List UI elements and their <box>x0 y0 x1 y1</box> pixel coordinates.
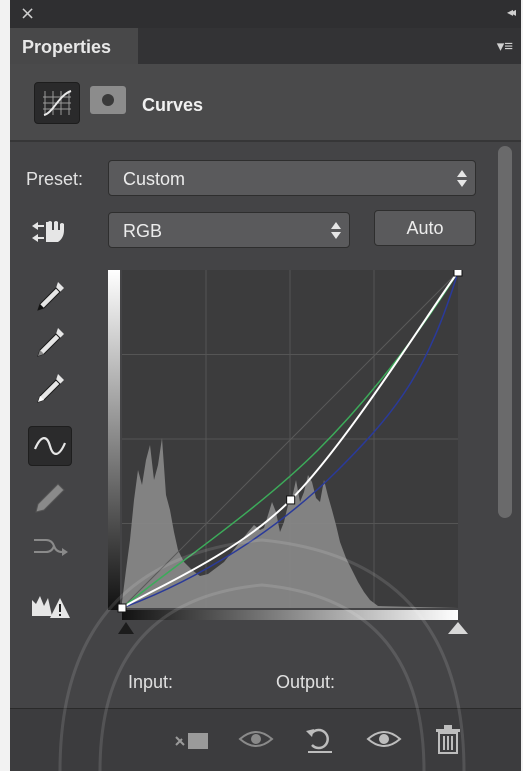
input-label: Input: <box>128 672 174 692</box>
close-icon[interactable]: × <box>20 3 35 24</box>
edit-points-curve-icon[interactable] <box>28 426 72 466</box>
adjustment-title: Curves <box>142 95 204 115</box>
preset-value: Custom <box>123 169 186 189</box>
curves-adjustment-icon[interactable] <box>34 82 80 124</box>
black-point-slider[interactable] <box>118 622 134 634</box>
curves-graph[interactable] <box>108 270 470 634</box>
bottom-toolbar <box>10 708 521 771</box>
panel-menu-icon[interactable]: ▾≡ <box>497 37 513 55</box>
smooth-curve-icon[interactable] <box>28 526 72 566</box>
curve-control-point[interactable] <box>286 495 296 505</box>
clipping-warning-icon[interactable] <box>28 586 72 626</box>
preset-label: Preset: <box>26 169 84 189</box>
output-label: Output: <box>276 672 336 692</box>
tab-properties[interactable]: Properties <box>10 28 138 64</box>
delete-icon[interactable] <box>428 719 468 759</box>
white-point-slider[interactable] <box>448 622 468 634</box>
curve-adjust-hand-icon[interactable] <box>28 212 72 252</box>
sample-white-eyedropper-icon[interactable] <box>28 368 72 408</box>
adjustment-header: Curves <box>10 64 521 140</box>
output-gradient-bar <box>108 270 120 610</box>
sample-black-eyedropper-icon[interactable] <box>28 276 72 316</box>
toggle-visibility-icon[interactable] <box>364 719 404 759</box>
draw-pencil-icon[interactable] <box>28 478 72 518</box>
preset-select[interactable]: Custom <box>108 160 476 196</box>
auto-button[interactable]: Auto <box>374 210 476 246</box>
input-gradient-bar <box>122 610 458 620</box>
panel-top-strip: × ◂◂ <box>10 0 521 28</box>
reset-icon[interactable] <box>300 719 340 759</box>
divider <box>10 140 521 142</box>
scrollbar[interactable] <box>498 146 512 518</box>
sample-gray-eyedropper-icon[interactable] <box>28 322 72 362</box>
select-arrows-icon <box>331 221 341 241</box>
select-arrows-icon <box>457 169 467 189</box>
curve-control-point[interactable] <box>117 603 127 613</box>
layer-mask-icon[interactable] <box>90 86 126 114</box>
curve-control-point[interactable] <box>453 270 463 277</box>
channel-value: RGB <box>123 221 163 241</box>
clip-to-layer-icon[interactable] <box>172 719 212 759</box>
collapse-icon[interactable]: ◂◂ <box>507 5 516 19</box>
properties-panel: × ◂◂ Properties ▾≡ Curves Preset: Custom <box>10 0 521 771</box>
channel-select[interactable]: RGB <box>108 212 350 248</box>
view-previous-state-icon[interactable] <box>236 719 276 759</box>
tab-bar: Properties ▾≡ <box>10 28 521 64</box>
